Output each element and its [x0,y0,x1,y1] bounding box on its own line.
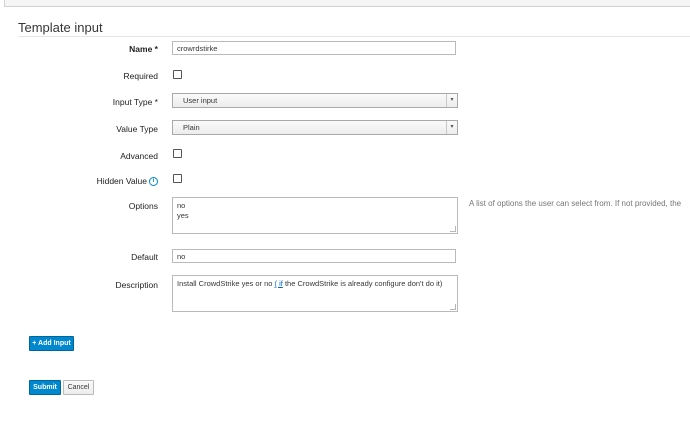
advanced-checkbox[interactable] [173,149,182,158]
cancel-button[interactable]: Cancel [63,380,94,395]
top-panel [4,0,690,7]
hidden-value-text: Hidden Value [97,176,147,186]
input-type-label: Input Type * [113,97,158,107]
hidden-value-checkbox[interactable] [173,174,182,183]
value-type-label: Value Type [116,124,158,134]
name-label: Name * [129,44,158,54]
resize-handle-icon[interactable] [450,226,456,232]
options-textarea[interactable]: no yes [172,197,458,234]
input-type-select[interactable]: User input ▾ [172,93,458,108]
required-checkbox[interactable] [173,70,182,79]
add-input-button[interactable]: + Add Input [29,336,74,351]
hidden-value-label: Hidden Valuei [97,176,158,186]
value-type-select[interactable]: Plain ▾ [172,120,458,135]
description-textarea[interactable]: Install CrowdStrike yes or no ( if the C… [172,275,458,312]
name-input[interactable]: crowrdstirke [172,41,456,55]
options-line: yes [177,211,453,221]
default-label: Default [131,252,158,262]
chevron-down-icon: ▾ [446,121,457,134]
options-label: Options [129,201,158,211]
submit-button[interactable]: Submit [29,380,61,395]
info-icon[interactable]: i [149,177,158,186]
input-type-value: User input [183,96,217,105]
resize-handle-icon[interactable] [450,304,456,310]
description-text-underlined: ( if [275,279,283,288]
default-input[interactable]: no [172,249,456,263]
description-text-start: Install CrowdStrike yes or no [177,279,275,288]
advanced-label: Advanced [120,151,158,161]
description-text-end: the CrowdStrike is already configure don… [283,279,442,288]
value-type-value: Plain [183,123,200,132]
section-title: Template input [18,20,103,35]
required-label: Required [124,71,159,81]
description-label: Description [115,280,158,290]
section-divider [18,36,690,37]
options-line: no [177,201,453,211]
chevron-down-icon: ▾ [446,94,457,107]
options-help-text: A list of options the user can select fr… [469,199,681,208]
